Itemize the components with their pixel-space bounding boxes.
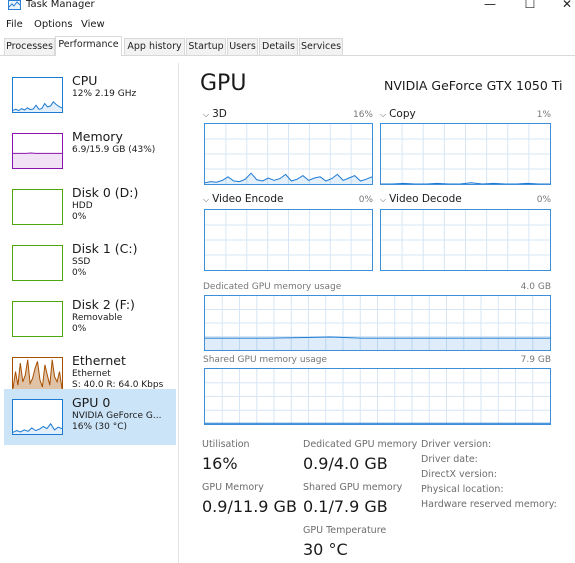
dedicated-memory-value: 0.9/4.0 GB <box>303 454 388 473</box>
menu-options[interactable]: Options <box>34 17 73 33</box>
graph-3d <box>204 123 373 185</box>
dedicated-memory-label: Dedicated GPU memory <box>303 439 418 450</box>
graph-copy-label: Copy <box>389 108 416 120</box>
page-title: GPU <box>200 71 247 96</box>
sidebar-item-detail: Ethernet <box>72 369 111 379</box>
resource-sidebar: CPU 12% 2.19 GHz Memory 6.9/15.9 GB (43%… <box>0 63 178 563</box>
graph-video-encode-selector[interactable]: ⌵ Video Encode <box>203 193 283 206</box>
sidebar-item-detail: 6.9/15.9 GB (43%) <box>72 145 156 155</box>
directx-version-label: DirectX version: <box>421 469 497 480</box>
gpu-copy-usage-line <box>381 182 550 184</box>
tab-startup[interactable]: Startup <box>186 38 226 55</box>
graph-copy <box>380 123 551 185</box>
ethernet-thumbnail-graph <box>12 357 63 393</box>
driver-version-label: Driver version: <box>421 439 492 450</box>
cpu-thumbnail-graph <box>12 77 63 113</box>
memory-usage-area <box>13 153 62 168</box>
sidebar-item-title: Ethernet <box>72 353 126 368</box>
sidebar-item-detail: Removable <box>72 313 123 323</box>
dedicated-memory-usage-area <box>205 337 550 350</box>
graph-video-encode-label: Video Encode <box>212 193 284 205</box>
gpu-detail-panel: GPU NVIDIA GeForce GTX 1050 Ti ⌵ 3D 16% ⌵… <box>188 63 575 563</box>
disk2-thumbnail-graph <box>12 301 63 337</box>
gpu-memory-label: GPU Memory <box>202 482 264 493</box>
sidebar-item-cpu[interactable]: CPU 12% 2.19 GHz <box>4 67 176 123</box>
graph-video-decode-label: Video Decode <box>389 193 462 205</box>
tab-performance[interactable]: Performance <box>55 36 122 56</box>
sidebar-item-title: Disk 0 (D:) <box>72 185 139 200</box>
graph-video-encode-percent: 0% <box>358 195 373 205</box>
gpu-model-name: NVIDIA GeForce GTX 1050 Ti <box>384 78 563 93</box>
disk0-thumbnail-graph <box>12 189 63 225</box>
memory-thumbnail-graph <box>12 133 63 169</box>
menu-view[interactable]: View <box>81 17 105 33</box>
gpu-temperature-value: 30 °C <box>303 540 348 559</box>
sidebar-item-detail: 0% <box>72 268 87 278</box>
sidebar-item-detail: NVIDIA GeForce G... <box>72 411 162 421</box>
tab-bar: Processes Performance App history Startu… <box>0 36 575 56</box>
window-title: Task Manager <box>26 0 95 10</box>
shared-memory-graph-label: Shared GPU memory usage <box>203 355 328 365</box>
menu-file[interactable]: File <box>6 17 23 33</box>
sidebar-item-title: CPU <box>72 73 98 88</box>
close-button[interactable]: ✕ <box>555 0 575 12</box>
graph-3d-percent: 16% <box>352 110 373 120</box>
graph-copy-selector[interactable]: ⌵ Copy <box>380 108 416 121</box>
hardware-reserved-memory-label: Hardware reserved memory: <box>421 499 557 510</box>
maximize-button[interactable]: ☐ <box>518 0 542 12</box>
physical-location-label: Physical location: <box>421 484 504 495</box>
chevron-down-icon: ⌵ <box>203 195 210 204</box>
sidebar-item-disk2[interactable]: Disk 2 (F:) Removable 0% <box>4 291 176 347</box>
sidebar-divider <box>178 63 179 563</box>
sidebar-item-detail: 16% (30 °C) <box>72 422 127 432</box>
graph-video-decode <box>380 209 551 271</box>
chevron-down-icon: ⌵ <box>380 195 387 204</box>
sidebar-item-title: Disk 2 (F:) <box>72 297 135 312</box>
graph-3d-label: 3D <box>212 108 227 120</box>
title-bar: Task Manager — ☐ ✕ <box>0 0 575 14</box>
tab-users[interactable]: Users <box>227 38 258 55</box>
sidebar-item-gpu0[interactable]: GPU 0 NVIDIA GeForce G... 16% (30 °C) <box>4 389 176 445</box>
tab-processes[interactable]: Processes <box>4 38 55 55</box>
sidebar-item-title: Memory <box>72 129 123 144</box>
shared-memory-graph-max: 7.9 GB <box>520 355 551 365</box>
sidebar-item-title: GPU 0 <box>72 395 111 410</box>
tab-details[interactable]: Details <box>259 38 298 55</box>
utilisation-value: 16% <box>202 454 238 473</box>
shared-memory-graph <box>204 368 551 425</box>
dedicated-memory-graph-max: 4.0 GB <box>520 282 551 292</box>
graph-video-decode-selector[interactable]: ⌵ Video Decode <box>380 193 462 206</box>
gpu-memory-value: 0.9/11.9 GB <box>202 497 297 516</box>
sidebar-item-memory[interactable]: Memory 6.9/15.9 GB (43%) <box>4 123 176 179</box>
gpu-thumbnail-graph <box>12 399 63 435</box>
sidebar-item-detail: SSD <box>72 257 91 267</box>
disk1-thumbnail-graph <box>12 245 63 281</box>
sidebar-item-disk1[interactable]: Disk 1 (C:) SSD 0% <box>4 235 176 291</box>
sidebar-item-detail: 0% <box>72 212 87 222</box>
graph-3d-selector[interactable]: ⌵ 3D <box>203 108 227 121</box>
graph-video-decode-percent: 0% <box>536 195 551 205</box>
minimize-button[interactable]: — <box>478 0 502 12</box>
sidebar-item-detail: 12% 2.19 GHz <box>72 89 137 99</box>
gpu-temperature-label: GPU Temperature <box>303 525 387 536</box>
dedicated-memory-graph <box>204 295 551 351</box>
sidebar-item-detail: HDD <box>72 201 93 211</box>
task-manager-icon <box>8 0 21 10</box>
tab-app-history[interactable]: App history <box>124 38 185 55</box>
sidebar-item-detail: 0% <box>72 324 87 334</box>
dedicated-memory-graph-label: Dedicated GPU memory usage <box>203 282 342 292</box>
tab-services[interactable]: Services <box>299 38 343 55</box>
shared-memory-label: Shared GPU memory <box>303 482 403 493</box>
chevron-down-icon: ⌵ <box>380 110 387 119</box>
driver-date-label: Driver date: <box>421 454 478 465</box>
sidebar-item-disk0[interactable]: Disk 0 (D:) HDD 0% <box>4 179 176 235</box>
utilisation-label: Utilisation <box>202 439 250 450</box>
sidebar-item-title: Disk 1 (C:) <box>72 241 138 256</box>
graph-video-encode <box>204 209 373 271</box>
chevron-down-icon: ⌵ <box>203 110 210 119</box>
shared-memory-value: 0.1/7.9 GB <box>303 497 388 516</box>
graph-copy-percent: 1% <box>536 110 551 120</box>
